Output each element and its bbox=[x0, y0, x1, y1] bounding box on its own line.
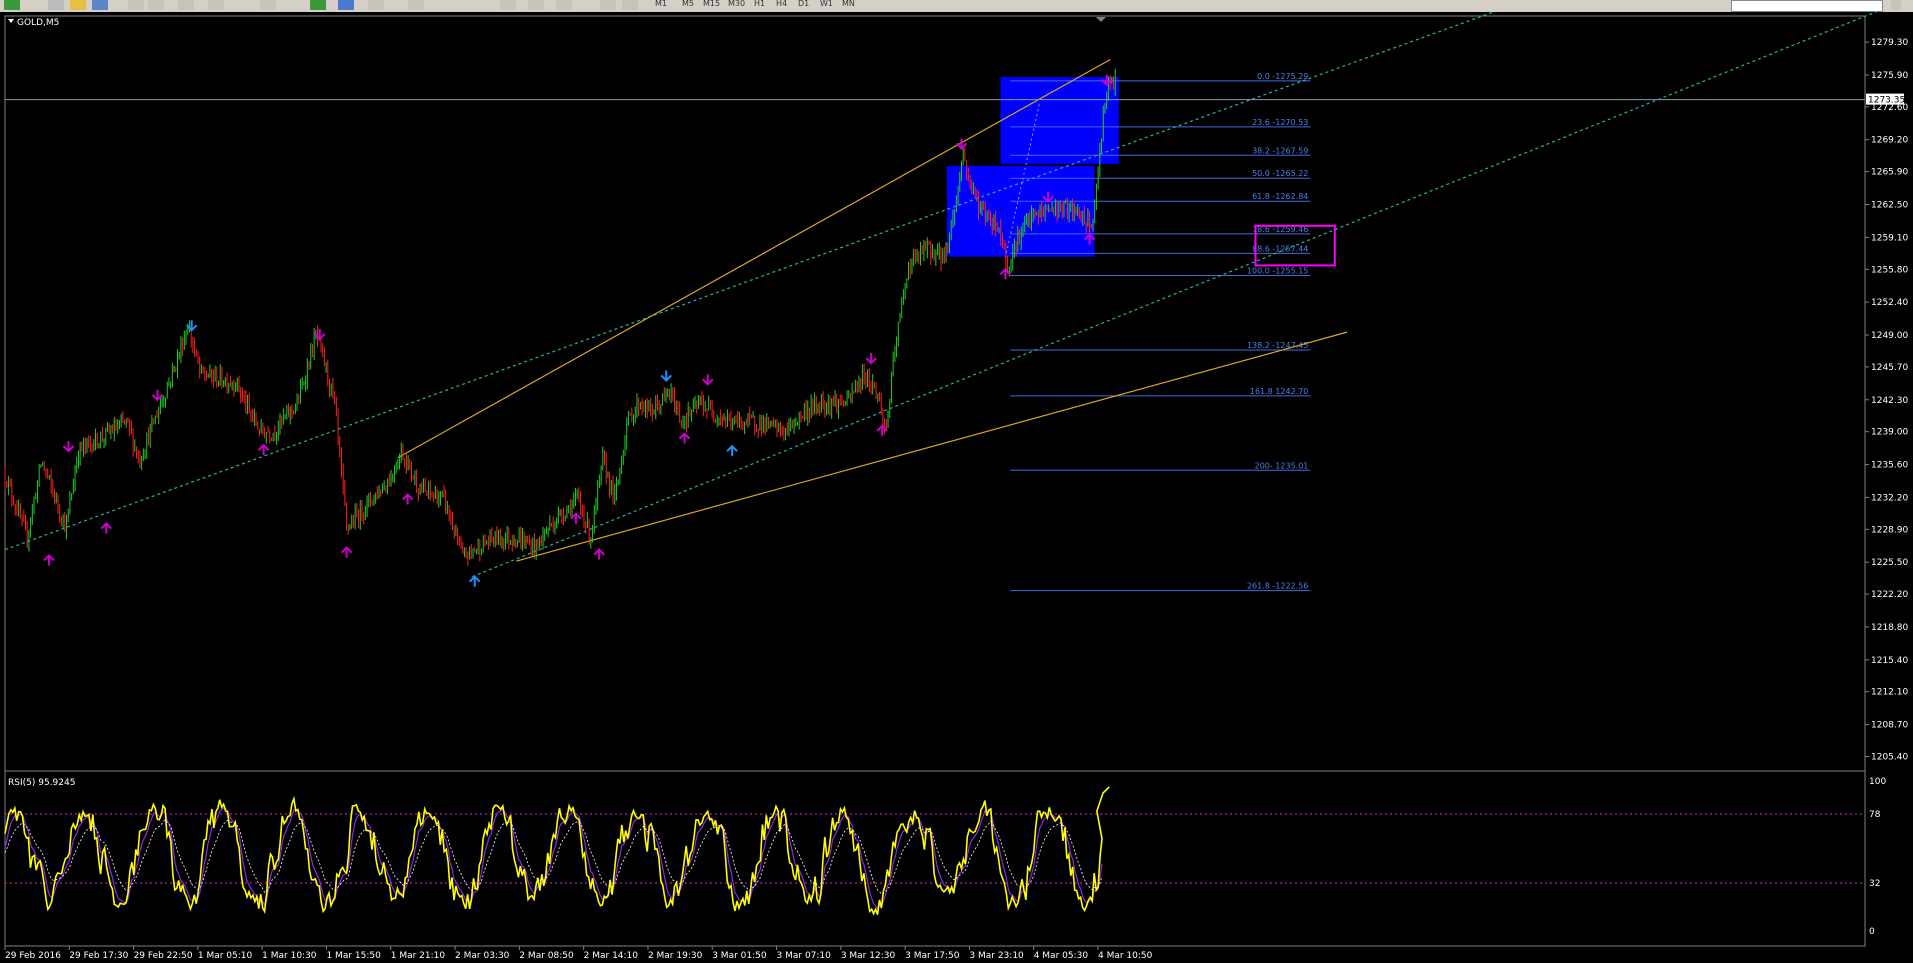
fib-level-label-10: 200- 1235.01 bbox=[1255, 461, 1309, 470]
time-tick-label-11: 3 Mar 01:50 bbox=[712, 951, 767, 961]
price-tick-label-12: 1239.00 bbox=[1871, 428, 1908, 438]
price-tick-label-17: 1222.20 bbox=[1871, 590, 1908, 600]
magnifier-icon[interactable] bbox=[208, 0, 224, 10]
time-tick-label-10: 2 Mar 19:30 bbox=[648, 951, 703, 961]
rsi-tick-label-3: 0 bbox=[1869, 927, 1875, 937]
chart-window[interactable]: 0.0 -1275.29 23.6 -1270.53 38.2 -1267.59 50… bbox=[0, 12, 1913, 963]
text-tool-icon[interactable] bbox=[500, 0, 516, 10]
crosshair-icon[interactable] bbox=[48, 0, 64, 10]
timeframe-w1[interactable]: W1 bbox=[820, 0, 833, 8]
timeframe-d1[interactable]: D1 bbox=[798, 0, 809, 8]
timeframe-m30[interactable]: M30 bbox=[728, 0, 745, 8]
timeframe-mn[interactable]: MN bbox=[842, 0, 855, 8]
search-icon[interactable] bbox=[1891, 0, 1901, 10]
time-tick-label-12: 3 Mar 07:10 bbox=[777, 951, 832, 961]
time-tick-label-17: 4 Mar 10:50 bbox=[1098, 951, 1153, 961]
price-tick-label-4: 1265.90 bbox=[1871, 168, 1908, 178]
fibonacci-tool-icon[interactable] bbox=[528, 0, 544, 10]
open-folder-icon[interactable] bbox=[92, 0, 108, 10]
rsi-tick-label-1: 78 bbox=[1869, 810, 1881, 820]
time-tick-label-5: 1 Mar 15:50 bbox=[326, 951, 381, 961]
symbol-title: GOLD,M5 bbox=[17, 18, 59, 28]
rsi-tick-label-0: 100 bbox=[1869, 777, 1886, 787]
price-tick-label-7: 1255.80 bbox=[1871, 265, 1908, 275]
time-tick-label-13: 3 Mar 12:30 bbox=[841, 951, 896, 961]
price-tick-label-15: 1228.90 bbox=[1871, 525, 1908, 535]
price-tick-label-6: 1259.10 bbox=[1871, 233, 1908, 243]
current-price-tag: 1273.35 bbox=[1866, 93, 1905, 106]
price-tick-label-10: 1245.70 bbox=[1871, 363, 1908, 373]
timeframe-h1[interactable]: H1 bbox=[754, 0, 765, 8]
fib-level-label-2: 38.2 -1267.59 bbox=[1252, 146, 1308, 155]
current-price-label: 1273.35 bbox=[1868, 96, 1905, 106]
price-tick-label-11: 1242.30 bbox=[1871, 396, 1908, 406]
fib-level-label-9: 161.8 1242.70 bbox=[1250, 387, 1309, 396]
time-tick-label-2: 29 Feb 22:50 bbox=[134, 951, 193, 961]
fib-level-label-4: 61.8 -1262.84 bbox=[1252, 192, 1308, 201]
price-tick-label-9: 1249.00 bbox=[1871, 331, 1908, 341]
price-tick-label-19: 1215.40 bbox=[1871, 656, 1908, 666]
fib-level-label-0: 0.0 -1275.29 bbox=[1257, 72, 1308, 81]
price-tick-label-20: 1212.10 bbox=[1871, 688, 1908, 698]
price-tick-label-0: 1279.30 bbox=[1871, 38, 1908, 48]
add-indicator-icon[interactable] bbox=[310, 0, 326, 10]
search-input[interactable] bbox=[1731, 0, 1883, 12]
time-tick-label-7: 2 Mar 03:30 bbox=[455, 951, 510, 961]
refresh-icon[interactable] bbox=[338, 0, 354, 10]
price-tick-label-21: 1208.70 bbox=[1871, 721, 1908, 731]
new-order-icon[interactable] bbox=[4, 0, 20, 10]
price-tick-label-13: 1235.60 bbox=[1871, 461, 1908, 471]
time-tick-label-9: 2 Mar 14:10 bbox=[584, 951, 639, 961]
price-tick-label-5: 1262.50 bbox=[1871, 201, 1908, 211]
periods-icon[interactable] bbox=[260, 0, 276, 10]
time-tick-label-3: 1 Mar 05:10 bbox=[198, 951, 253, 961]
shapes-icon[interactable] bbox=[600, 0, 616, 10]
time-tick-label-0: 29 Feb 2016 bbox=[5, 951, 61, 961]
price-tick-label-1: 1275.90 bbox=[1871, 71, 1908, 81]
price-tick-label-14: 1232.20 bbox=[1871, 493, 1908, 503]
timeframe-m1[interactable]: M1 bbox=[655, 0, 667, 8]
timeframe-m15[interactable]: M15 bbox=[703, 0, 720, 8]
arrow-tool-icon[interactable] bbox=[556, 0, 572, 10]
rsi-title: RSI(5) 95.9245 bbox=[8, 778, 75, 788]
timeframe-m5[interactable]: M5 bbox=[682, 0, 694, 8]
rsi-tick-label-2: 32 bbox=[1869, 879, 1880, 889]
fib-level-label-11: 261.8 -1222.56 bbox=[1247, 582, 1308, 591]
time-tick-label-16: 4 Mar 05:30 bbox=[1034, 951, 1089, 961]
price-tick-label-18: 1218.80 bbox=[1871, 623, 1908, 633]
template-icon[interactable] bbox=[368, 0, 384, 10]
time-tick-label-1: 29 Feb 17:30 bbox=[69, 951, 128, 961]
cursor-icon[interactable] bbox=[408, 0, 424, 10]
price-tick-label-22: 1205.40 bbox=[1871, 752, 1908, 762]
fib-level-label-7: 100.0 -1255.15 bbox=[1247, 267, 1308, 276]
time-tick-label-8: 2 Mar 08:50 bbox=[519, 951, 574, 961]
time-tick-label-6: 1 Mar 21:10 bbox=[391, 951, 446, 961]
price-tick-label-3: 1269.20 bbox=[1871, 136, 1908, 146]
price-tick-label-16: 1225.50 bbox=[1871, 558, 1908, 568]
fib-level-label-3: 50.0 -1265.22 bbox=[1252, 169, 1308, 178]
time-tick-label-14: 3 Mar 17:50 bbox=[905, 951, 960, 961]
timeframe-h4[interactable]: H4 bbox=[776, 0, 787, 8]
price-tick-label-8: 1252.40 bbox=[1871, 298, 1908, 308]
fib-level-label-1: 23.6 -1270.53 bbox=[1252, 118, 1308, 127]
favorites-icon[interactable] bbox=[70, 0, 86, 10]
time-tick-label-15: 3 Mar 23:10 bbox=[969, 951, 1024, 961]
time-tick-label-4: 1 Mar 10:30 bbox=[262, 951, 317, 961]
zoom-out-icon[interactable] bbox=[148, 0, 164, 10]
zoom-in-icon[interactable] bbox=[128, 0, 144, 10]
tile-windows-icon[interactable] bbox=[178, 0, 194, 10]
more-tools-icon[interactable] bbox=[622, 0, 638, 10]
